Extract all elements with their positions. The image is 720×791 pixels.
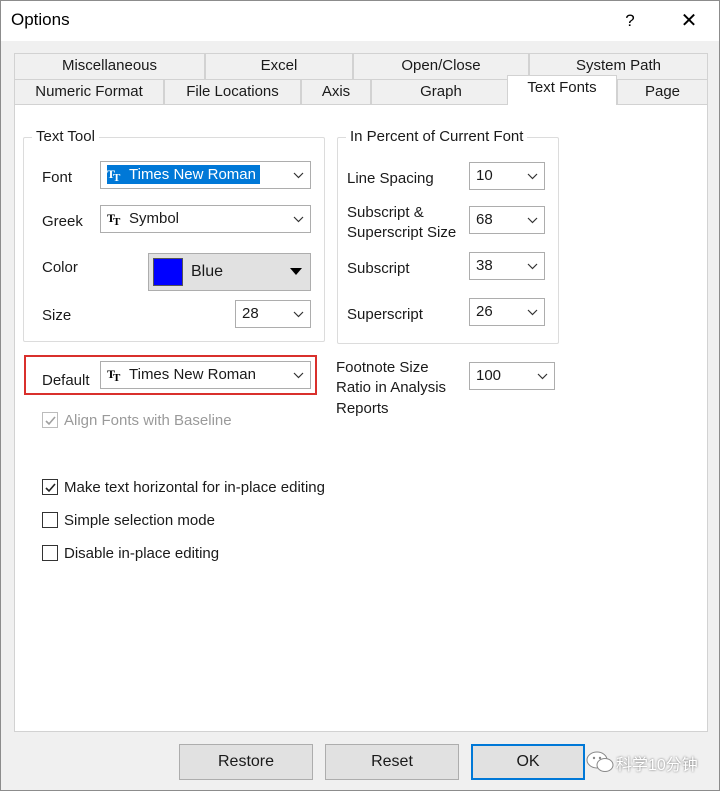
subscript-value: 38 bbox=[476, 257, 493, 274]
simple-selection-checkbox[interactable]: Simple selection mode bbox=[42, 511, 262, 531]
chevron-down-icon bbox=[522, 299, 544, 325]
chevron-down-icon bbox=[288, 362, 310, 388]
truetype-icon: TT bbox=[107, 367, 121, 382]
title-bar: Options ? ✕ bbox=[1, 1, 719, 41]
superscript-value: 26 bbox=[476, 303, 493, 320]
truetype-icon: TT bbox=[107, 211, 121, 226]
greek-label: Greek bbox=[42, 213, 83, 230]
disable-editing-box[interactable] bbox=[42, 545, 58, 561]
chevron-down-icon bbox=[288, 206, 310, 232]
subsup-size-select[interactable]: 68 bbox=[469, 206, 545, 234]
tab-open-close[interactable]: Open/Close bbox=[353, 53, 529, 79]
chevron-down-icon bbox=[522, 207, 544, 233]
options-dialog: Options ? ✕ Miscellaneous Excel Open/Clo… bbox=[0, 0, 720, 791]
footnote-label-line1: Footnote Size bbox=[336, 359, 429, 376]
tab-miscellaneous[interactable]: Miscellaneous bbox=[14, 53, 205, 79]
subsup-size-value: 68 bbox=[476, 211, 493, 228]
subsup-label-line2: Superscript Size bbox=[347, 224, 457, 241]
truetype-icon: TT bbox=[107, 167, 121, 182]
svg-text:T: T bbox=[113, 172, 121, 182]
simple-selection-box[interactable] bbox=[42, 512, 58, 528]
horizontal-text-box[interactable] bbox=[42, 479, 58, 495]
color-swatch bbox=[153, 258, 183, 286]
align-fonts-label: Align Fonts with Baseline bbox=[64, 412, 232, 429]
size-select[interactable]: 28 bbox=[235, 300, 311, 328]
tab-excel[interactable]: Excel bbox=[205, 53, 353, 79]
close-button[interactable]: ✕ bbox=[669, 5, 709, 37]
dialog-title: Options bbox=[11, 10, 70, 29]
footnote-label-line3: Reports bbox=[336, 400, 389, 417]
subscript-label: Subscript bbox=[347, 260, 410, 277]
align-fonts-box bbox=[42, 412, 58, 428]
percent-legend: In Percent of Current Font bbox=[346, 128, 528, 145]
font-select[interactable]: T T Times New Roman bbox=[100, 161, 311, 189]
help-button[interactable]: ? bbox=[613, 5, 647, 37]
font-value: Times New Roman bbox=[129, 166, 256, 183]
subsup-label-line1: Subscript & bbox=[347, 204, 424, 221]
superscript-label: Superscript bbox=[347, 306, 423, 323]
color-label: Color bbox=[42, 259, 78, 276]
wechat-icon bbox=[586, 751, 614, 772]
footnote-size-select[interactable]: 100 bbox=[469, 362, 555, 390]
align-fonts-checkbox: Align Fonts with Baseline bbox=[42, 411, 282, 431]
watermark-text: 科学10分钟 bbox=[616, 757, 698, 774]
chevron-down-icon bbox=[288, 301, 310, 327]
footnote-size-value: 100 bbox=[476, 367, 502, 384]
chevron-down-icon bbox=[522, 163, 544, 189]
svg-text:T: T bbox=[113, 372, 121, 382]
simple-selection-label: Simple selection mode bbox=[64, 512, 215, 529]
tab-graph[interactable]: Graph bbox=[371, 79, 511, 105]
ok-button[interactable]: OK bbox=[471, 744, 585, 780]
greek-select[interactable]: T T Symbol bbox=[100, 205, 311, 233]
subscript-select[interactable]: 38 bbox=[469, 252, 545, 280]
chevron-down-icon bbox=[288, 162, 310, 188]
line-spacing-select[interactable]: 10 bbox=[469, 162, 545, 190]
color-value: Blue bbox=[191, 263, 224, 280]
text-fonts-panel: Text Tool Font T T Times New Roman Greek T… bbox=[14, 104, 708, 732]
horizontal-text-label: Make text horizontal for in-place editin… bbox=[64, 479, 325, 496]
horizontal-text-checkbox[interactable]: Make text horizontal for in-place editin… bbox=[42, 478, 372, 498]
tab-file-locations[interactable]: File Locations bbox=[164, 79, 301, 105]
watermark: 科学10分钟 bbox=[584, 747, 714, 777]
tab-axis[interactable]: Axis bbox=[301, 79, 371, 105]
default-label: Default bbox=[42, 372, 90, 389]
greek-value: Symbol bbox=[129, 210, 180, 227]
superscript-select[interactable]: 26 bbox=[469, 298, 545, 326]
svg-text:T: T bbox=[113, 216, 121, 226]
dropdown-arrow-icon bbox=[290, 268, 302, 275]
text-tool-legend: Text Tool bbox=[32, 128, 99, 145]
tab-numeric-format[interactable]: Numeric Format bbox=[14, 79, 164, 105]
font-label: Font bbox=[42, 169, 73, 186]
line-spacing-value: 10 bbox=[476, 167, 493, 184]
color-select[interactable]: Blue bbox=[148, 253, 311, 291]
default-font-value: Times New Roman bbox=[129, 366, 256, 383]
chevron-down-icon bbox=[522, 253, 544, 279]
restore-button[interactable]: Restore bbox=[179, 744, 313, 780]
footnote-label-line2: Ratio in Analysis bbox=[336, 379, 447, 396]
tab-page[interactable]: Page bbox=[617, 79, 708, 105]
default-font-select[interactable]: T T Times New Roman bbox=[100, 361, 311, 389]
size-value: 28 bbox=[242, 305, 259, 322]
reset-button[interactable]: Reset bbox=[325, 744, 459, 780]
tab-text-fonts[interactable]: Text Fonts bbox=[507, 75, 617, 105]
line-spacing-label: Line Spacing bbox=[347, 170, 434, 187]
chevron-down-icon bbox=[532, 363, 554, 389]
disable-editing-label: Disable in-place editing bbox=[64, 545, 220, 562]
disable-editing-checkbox[interactable]: Disable in-place editing bbox=[42, 544, 262, 564]
size-label: Size bbox=[42, 307, 72, 324]
